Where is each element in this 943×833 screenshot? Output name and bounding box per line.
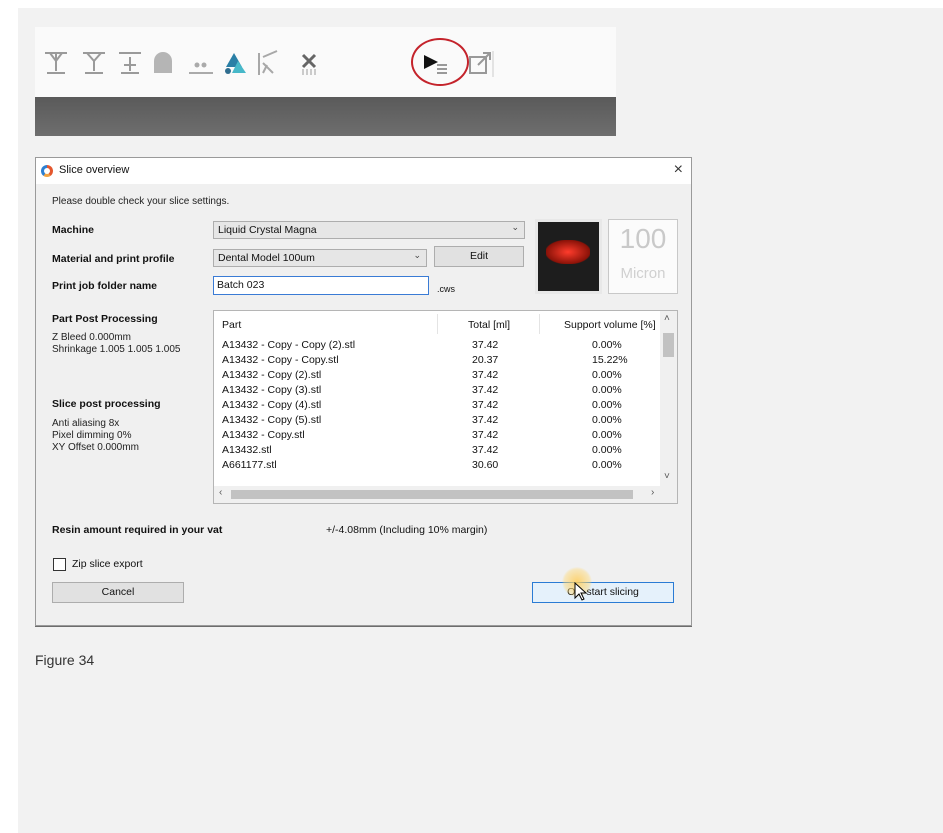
total-ml-cell: 37.42 bbox=[472, 384, 499, 396]
micron-label: Micron bbox=[620, 265, 666, 282]
part-name-cell: A13432 - Copy (5).stl bbox=[222, 414, 322, 426]
scroll-down-icon[interactable]: ˅ bbox=[664, 471, 670, 482]
table-row[interactable]: A13432 - Copy.stl 37.42 0.00% bbox=[214, 429, 659, 444]
people-icon[interactable] bbox=[220, 47, 250, 79]
vertical-scroll-thumb[interactable] bbox=[663, 333, 674, 357]
support-volume-cell: 0.00% bbox=[592, 339, 622, 351]
machine-value: Liquid Crystal Magna bbox=[218, 224, 317, 236]
support-add-icon[interactable] bbox=[79, 47, 109, 79]
support-volume-cell: 0.00% bbox=[592, 399, 622, 411]
toolbar-dark-bar bbox=[35, 97, 616, 136]
export-icon[interactable] bbox=[465, 47, 495, 79]
material-value: Dental Model 100um bbox=[218, 252, 315, 264]
table-row[interactable]: A13432.stl 37.42 0.00% bbox=[214, 444, 659, 459]
zip-export-label: Zip slice export bbox=[72, 558, 143, 570]
support-base-icon[interactable] bbox=[41, 47, 71, 79]
column-header-total[interactable]: Total [ml] bbox=[468, 319, 510, 331]
close-icon[interactable]: × bbox=[674, 161, 683, 179]
column-header-part[interactable]: Part bbox=[222, 319, 241, 331]
support-volume-cell: 0.00% bbox=[592, 459, 622, 471]
cut-icon[interactable] bbox=[253, 47, 283, 79]
scroll-right-icon[interactable]: › bbox=[651, 487, 654, 498]
support-volume-cell: 0.00% bbox=[592, 369, 622, 381]
part-name-cell: A13432 - Copy (3).stl bbox=[222, 384, 322, 396]
edit-button[interactable]: Edit bbox=[434, 246, 524, 267]
slice-preview-image bbox=[535, 219, 602, 294]
vertical-scrollbar[interactable]: ˄ ˅ bbox=[660, 311, 677, 487]
material-select[interactable]: Dental Model 100um ⌄ bbox=[213, 249, 427, 267]
total-ml-cell: 37.42 bbox=[472, 339, 499, 351]
part-name-cell: A661177.stl bbox=[222, 459, 277, 471]
table-row[interactable]: A13432 - Copy (4).stl 37.42 0.00% bbox=[214, 399, 659, 414]
total-ml-cell: 37.42 bbox=[472, 399, 499, 411]
highlight-ring bbox=[411, 38, 469, 86]
arch-icon[interactable] bbox=[148, 47, 178, 79]
total-ml-cell: 30.60 bbox=[472, 459, 499, 471]
delete-icon[interactable] bbox=[295, 47, 325, 79]
folder-label: Print job folder name bbox=[52, 280, 158, 292]
support-volume-cell: 0.00% bbox=[592, 384, 622, 396]
folder-name-input[interactable]: Batch 023 bbox=[213, 276, 429, 295]
slice-post-line: Pixel dimming 0% bbox=[52, 430, 132, 441]
slice-post-heading: Slice post processing bbox=[52, 398, 161, 410]
cancel-button[interactable]: Cancel bbox=[52, 582, 184, 603]
zip-export-checkbox[interactable] bbox=[53, 558, 66, 571]
app-logo-icon bbox=[41, 165, 53, 177]
table-row[interactable]: A13432 - Copy (3).stl 37.42 0.00% bbox=[214, 384, 659, 399]
machine-select[interactable]: Liquid Crystal Magna ⌄ bbox=[213, 221, 525, 239]
dialog-title: Slice overview bbox=[59, 164, 130, 176]
chevron-down-icon: ⌄ bbox=[413, 250, 421, 260]
part-post-heading: Part Post Processing bbox=[52, 313, 158, 325]
dots-icon[interactable] bbox=[186, 47, 216, 79]
folder-name-value: Batch 023 bbox=[217, 279, 265, 291]
ok-start-slicing-button[interactable]: Ok, start slicing bbox=[532, 582, 674, 603]
material-label: Material and print profile bbox=[52, 253, 175, 265]
instruction-text: Please double check your slice settings. bbox=[52, 196, 230, 207]
slice-post-line: XY Offset 0.000mm bbox=[52, 442, 139, 453]
folder-extension: .cws bbox=[437, 284, 455, 294]
resin-label: Resin amount required in your vat bbox=[52, 524, 223, 536]
table-row[interactable]: A13432 - Copy (2).stl 37.42 0.00% bbox=[214, 369, 659, 384]
column-header-support[interactable]: Support volume [%] bbox=[564, 319, 656, 331]
chevron-down-icon: ⌄ bbox=[511, 222, 519, 232]
resin-value: +/-4.08mm (Including 10% margin) bbox=[326, 524, 488, 536]
total-ml-cell: 37.42 bbox=[472, 369, 499, 381]
horizontal-scrollbar[interactable]: ‹ › bbox=[214, 486, 677, 503]
total-ml-cell: 37.42 bbox=[472, 414, 499, 426]
support-volume-cell: 0.00% bbox=[592, 444, 622, 456]
toolbar-icons bbox=[35, 27, 616, 97]
table-row[interactable]: A13432 - Copy (5).stl 37.42 0.00% bbox=[214, 414, 659, 429]
scroll-up-icon[interactable]: ˄ bbox=[664, 313, 670, 324]
table-row[interactable]: A661177.stl 30.60 0.00% bbox=[214, 459, 659, 474]
machine-label: Machine bbox=[52, 224, 95, 236]
part-post-line: Shrinkage 1.005 1.005 1.005 bbox=[52, 344, 181, 355]
table-row[interactable]: A13432 - Copy - Copy.stl 20.37 15.22% bbox=[214, 354, 659, 369]
support-volume-cell: 0.00% bbox=[592, 429, 622, 441]
scroll-left-icon[interactable]: ‹ bbox=[219, 487, 222, 498]
table-row[interactable]: A13432 - Copy - Copy (2).stl 37.42 0.00% bbox=[214, 339, 659, 354]
part-name-cell: A13432 - Copy.stl bbox=[222, 429, 305, 441]
dialog-titlebar: Slice overview × bbox=[36, 158, 691, 184]
horizontal-scroll-thumb[interactable] bbox=[231, 490, 633, 499]
slice-overview-dialog: Slice overview × Please double check you… bbox=[35, 157, 692, 626]
part-post-line: Z Bleed 0.000mm bbox=[52, 332, 131, 343]
part-name-cell: A13432 - Copy - Copy (2).stl bbox=[222, 339, 356, 351]
micron-value: 100 bbox=[619, 223, 667, 254]
mouse-pointer-icon bbox=[574, 582, 588, 601]
micron-badge: 100 Micron bbox=[608, 219, 678, 294]
parts-table[interactable]: Part Total [ml] Support volume [%] A1343… bbox=[213, 310, 678, 504]
support-volume-cell: 15.22% bbox=[592, 354, 628, 366]
total-ml-cell: 37.42 bbox=[472, 429, 499, 441]
support-edit-icon[interactable] bbox=[115, 47, 145, 79]
part-name-cell: A13432 - Copy (2).stl bbox=[222, 369, 322, 381]
part-name-cell: A13432.stl bbox=[222, 444, 272, 456]
support-volume-cell: 0.00% bbox=[592, 414, 622, 426]
part-name-cell: A13432 - Copy - Copy.stl bbox=[222, 354, 339, 366]
total-ml-cell: 20.37 bbox=[472, 354, 499, 366]
toolbar bbox=[35, 27, 616, 136]
figure-caption: Figure 34 bbox=[35, 652, 95, 668]
part-name-cell: A13432 - Copy (4).stl bbox=[222, 399, 322, 411]
slice-post-line: Anti aliasing 8x bbox=[52, 418, 120, 429]
total-ml-cell: 37.42 bbox=[472, 444, 499, 456]
